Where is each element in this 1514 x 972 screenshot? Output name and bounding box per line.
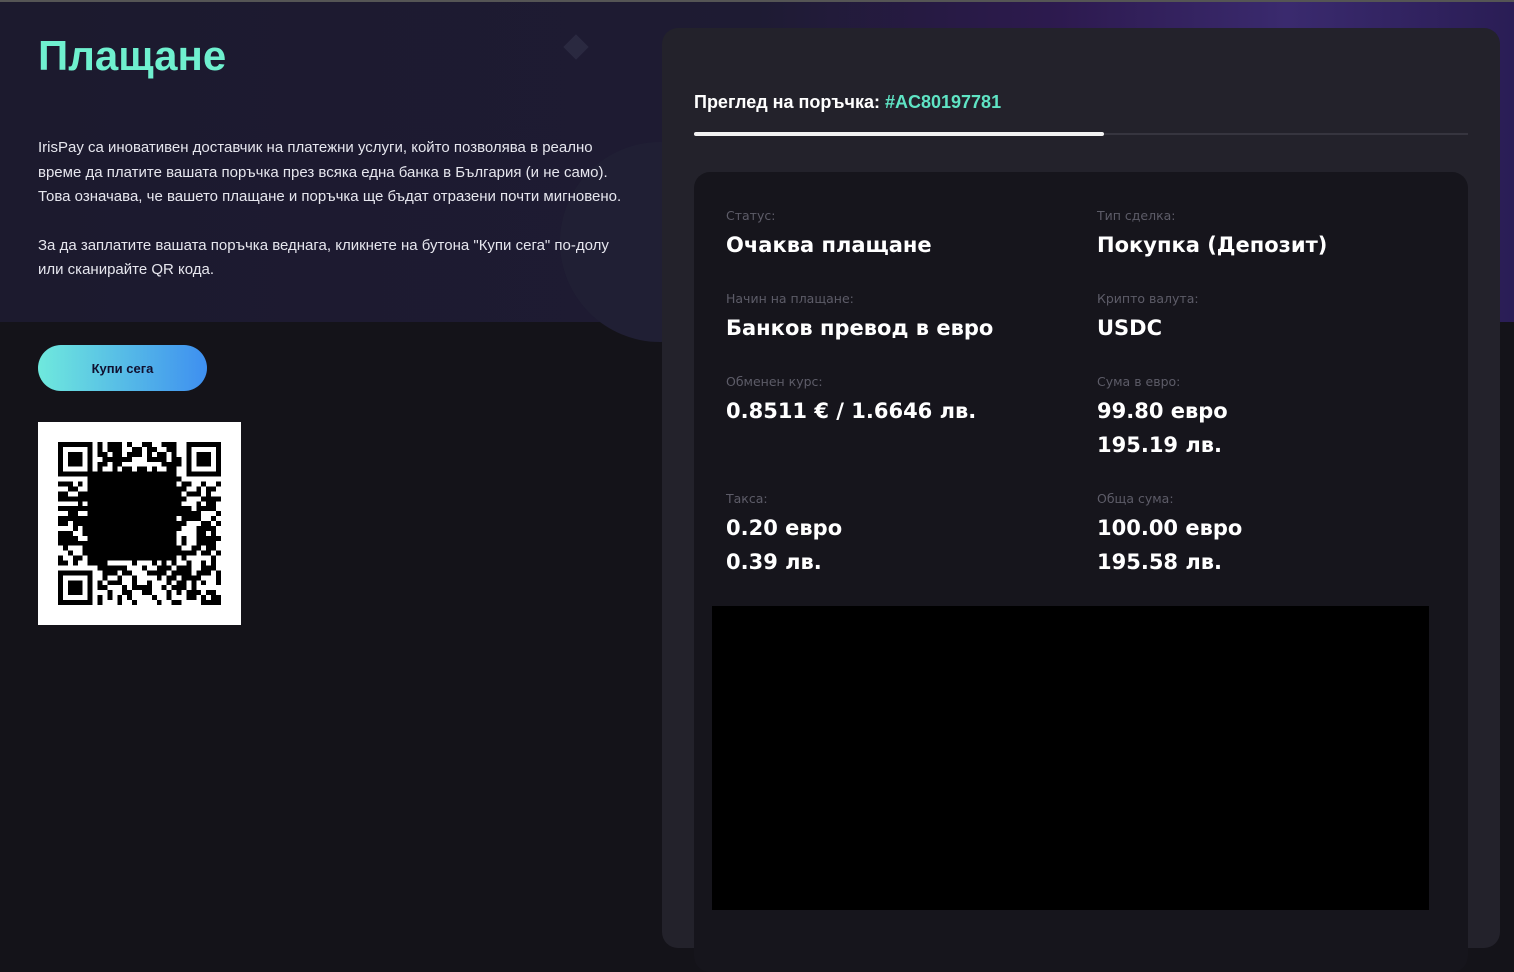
amount-eur: 99.80 евро: [1097, 394, 1228, 428]
total-label: Обща сума:: [1097, 491, 1174, 506]
fee-eur: 0.20 евро: [726, 511, 842, 545]
type-label: Тип сделка:: [1097, 208, 1176, 223]
method-label: Начин на плащане:: [726, 291, 854, 306]
total-eur: 100.00 евро: [1097, 511, 1242, 545]
order-header-label: Преглед на поръчка:: [694, 92, 880, 112]
order-summary-card: Преглед на поръчка: #AC80197781 Статус: …: [662, 28, 1500, 948]
decorative-diamond: [563, 34, 588, 59]
rate-label: Обменен курс:: [726, 374, 823, 389]
status-value: Очаква плащане: [726, 228, 932, 262]
crypto-label: Крипто валута:: [1097, 291, 1199, 306]
qr-code: [38, 422, 241, 625]
progress-fill: [694, 132, 1104, 136]
amount-bgn: 195.19 лв.: [1097, 428, 1222, 462]
order-header: Преглед на поръчка: #AC80197781: [694, 92, 1001, 113]
status-label: Статус:: [726, 208, 775, 223]
crypto-value: USDC: [1097, 311, 1162, 345]
qr-code-icon: [58, 442, 221, 605]
page-title: Плащане: [38, 32, 226, 80]
redacted-area: [712, 606, 1429, 910]
order-id: #AC80197781: [885, 92, 1001, 112]
description-paragraph: IrisPay са иновативен доставчик на плате…: [38, 136, 638, 210]
total-bgn: 195.58 лв.: [1097, 545, 1222, 579]
buy-now-button[interactable]: Купи сега: [38, 345, 207, 391]
amount-label: Сума в евро:: [1097, 374, 1180, 389]
method-value: Банков превод в евро: [726, 311, 993, 345]
type-value: Покупка (Депозит): [1097, 228, 1327, 262]
rate-value: 0.8511 € / 1.6646 лв.: [726, 394, 976, 428]
description-paragraph: За да заплатите вашата поръчка веднага, …: [38, 234, 638, 283]
fee-label: Такса:: [726, 491, 768, 506]
order-details: Статус: Очаква плащане Тип сделка: Покуп…: [694, 172, 1468, 972]
fee-bgn: 0.39 лв.: [726, 545, 822, 579]
description: IrisPay са иновативен доставчик на плате…: [38, 136, 638, 307]
